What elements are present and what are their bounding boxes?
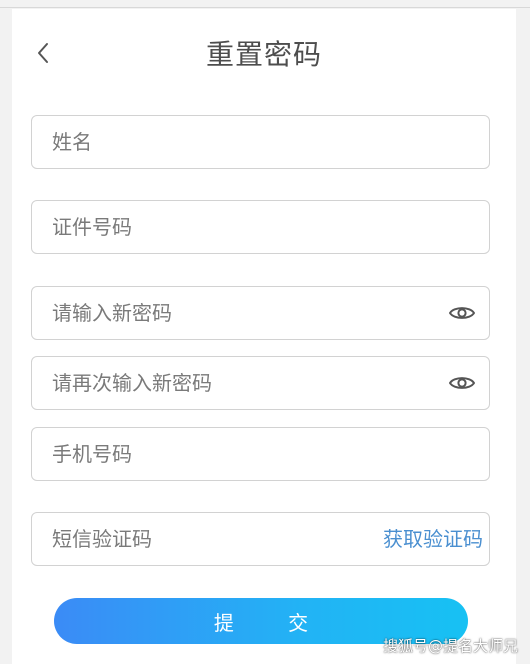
new-password-input[interactable] — [52, 287, 412, 339]
reset-password-screen: 重置密码 获取验证码 提 交 — [12, 9, 516, 664]
toggle-confirm-password-visibility-button[interactable] — [447, 369, 477, 397]
new-password-field — [31, 286, 490, 340]
sms-code-field: 获取验证码 — [31, 512, 490, 566]
get-code-button[interactable]: 获取验证码 — [383, 513, 483, 565]
name-field — [31, 115, 490, 169]
confirm-password-field — [31, 356, 490, 410]
phone-field — [31, 427, 490, 481]
top-divider — [0, 0, 530, 8]
phone-input[interactable] — [52, 428, 412, 480]
page-header: 重置密码 — [12, 9, 516, 101]
toggle-new-password-visibility-button[interactable] — [447, 299, 477, 327]
confirm-password-input[interactable] — [52, 357, 412, 409]
eye-icon — [449, 307, 475, 319]
watermark: 搜狐号@提名大师兄 — [382, 637, 518, 655]
eye-icon — [449, 377, 475, 389]
id-number-input[interactable] — [52, 201, 412, 253]
sms-code-input[interactable] — [52, 513, 352, 565]
name-input[interactable] — [52, 116, 412, 168]
page-title: 重置密码 — [205, 38, 322, 71]
id-number-field — [31, 200, 490, 254]
